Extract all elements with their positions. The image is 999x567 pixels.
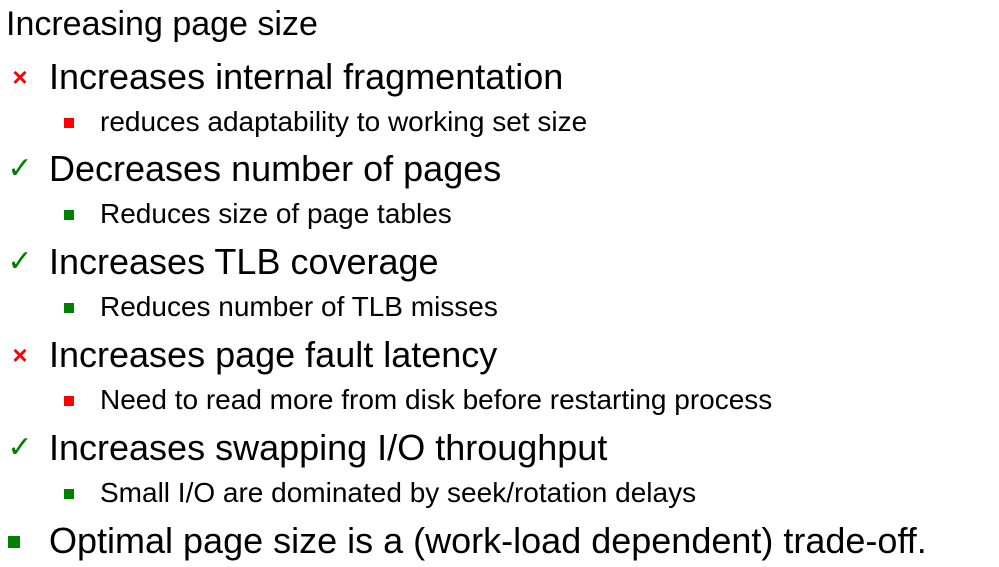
checkmark-icon: ✓ [7, 245, 33, 278]
bullet-text: Increases swapping I/O throughput [49, 427, 608, 468]
sub-bullet-text: Reduces size of page tables [100, 198, 452, 229]
sub-bullet-text: Small I/O are dominated by seek/rotation… [100, 477, 697, 508]
square-bullet-icon [64, 105, 76, 139]
slide: Increasing page size × Increases interna… [0, 0, 999, 567]
bullet-text: Increases page fault latency [49, 334, 498, 375]
square-bullet-icon [6, 519, 34, 563]
square-bullet-icon [64, 476, 76, 510]
cross-icon: × [12, 340, 28, 370]
sub-bullet-text: reduces adaptability to working set size [100, 106, 588, 137]
bullet-text: Increases internal fragmentation [49, 56, 564, 97]
cross-icon: × [12, 62, 28, 92]
bullet-text: Optimal page size is a (work-load depend… [49, 520, 927, 561]
checkmark-icon: ✓ [7, 152, 33, 185]
bullet-text: Increases TLB coverage [49, 241, 439, 282]
slide-heading: Increasing page size [6, 5, 318, 43]
checkmark-icon: ✓ [7, 431, 33, 464]
square-bullet-icon [64, 197, 76, 231]
square-bullet-icon [64, 290, 76, 324]
square-bullet-icon [64, 383, 76, 417]
sub-bullet-text: Reduces number of TLB misses [100, 291, 498, 322]
sub-bullet-text: Need to read more from disk before resta… [100, 384, 773, 415]
bullet-text: Decreases number of pages [49, 148, 502, 189]
